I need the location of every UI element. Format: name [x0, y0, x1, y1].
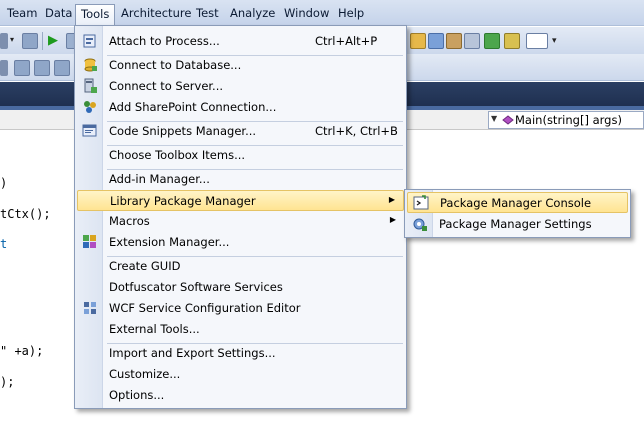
submenu-arrow-icon: ▶ [388, 195, 395, 204]
menu-help[interactable]: Help [333, 4, 369, 23]
outdent-icon[interactable] [34, 60, 50, 76]
menu-item-label: Code Snippets Manager... [109, 124, 257, 138]
menu-data[interactable]: Data [40, 4, 77, 23]
menu-item-external-tools[interactable]: External Tools... [77, 319, 404, 340]
extension-manager-icon [83, 235, 96, 248]
menu-item-label: Add SharePoint Connection... [109, 100, 277, 114]
connect-server-icon [84, 78, 97, 93]
code-line: ) [0, 176, 8, 190]
menu-item-label: Package Manager Console [440, 196, 592, 210]
menu-test[interactable]: Test [191, 4, 224, 23]
library-package-manager-submenu: Package Manager Console Package Manager … [404, 189, 631, 238]
menu-item-library-package-manager[interactable]: Library Package Manager ▶ [77, 190, 404, 211]
package-console-icon [413, 195, 429, 210]
tools-icon[interactable] [464, 33, 480, 49]
menu-item-label: Choose Toolbox Items... [109, 148, 246, 162]
menu-item-label: Create GUID [109, 259, 181, 273]
menu-item-options[interactable]: Options... [77, 385, 404, 406]
menu-item-wcf-service-configuration-editor[interactable]: WCF Service Configuration Editor [77, 298, 404, 319]
menu-item-label: Attach to Process... [109, 34, 220, 48]
tools-menu: Attach to Process... Ctrl+Alt+P Connect … [74, 25, 407, 409]
menu-item-shortcut: Ctrl+Alt+P [315, 34, 378, 48]
menu-item-package-manager-console[interactable]: Package Manager Console [407, 192, 628, 213]
package-settings-icon [413, 218, 427, 231]
menu-item-label: WCF Service Configuration Editor [109, 301, 301, 315]
code-line: tCtx(); [0, 207, 51, 221]
dropdown-arrow-icon: ▼ [491, 114, 498, 123]
attach-process-icon [83, 34, 96, 48]
menu-team[interactable]: Team [2, 4, 42, 23]
menu-item-create-guid[interactable]: Create GUID [77, 256, 404, 277]
menu-item-code-snippets-manager[interactable]: Code Snippets Manager... Ctrl+K, Ctrl+B [77, 121, 404, 142]
toolbox-icon[interactable] [428, 33, 444, 49]
menu-item-label: Import and Export Settings... [109, 346, 276, 360]
member-dropdown[interactable]: ▼ Main(string[] args) [488, 111, 644, 129]
menu-item-dotfuscator[interactable]: Dotfuscator Software Services [77, 277, 404, 298]
menu-item-package-manager-settings[interactable]: Package Manager Settings [407, 214, 628, 235]
menu-item-shortcut: Ctrl+K, Ctrl+B [315, 124, 398, 138]
menu-item-label: Add-in Manager... [109, 172, 210, 186]
code-line: ); [0, 375, 15, 389]
properties-icon[interactable] [410, 33, 426, 49]
method-icon [502, 115, 514, 125]
start-debug-icon[interactable]: ▶ [48, 33, 64, 49]
menu-item-label: Options... [109, 388, 165, 402]
toolbar-grip-icon [0, 33, 8, 49]
window-layout-icon[interactable] [526, 33, 548, 49]
menu-window[interactable]: Window [279, 4, 334, 23]
menu-item-add-sharepoint-connection[interactable]: Add SharePoint Connection... [77, 97, 404, 118]
menu-item-import-export-settings[interactable]: Import and Export Settings... [77, 343, 404, 364]
menu-item-label: External Tools... [109, 322, 200, 336]
menu-item-label: Macros [109, 214, 150, 228]
menu-architecture[interactable]: Architecture [116, 4, 196, 23]
menu-item-connect-to-server[interactable]: Connect to Server... [77, 76, 404, 97]
sharepoint-icon [84, 101, 96, 113]
toolbar-grip-icon [0, 60, 8, 76]
team-explorer-icon[interactable] [484, 33, 500, 49]
extension-icon[interactable] [504, 33, 520, 49]
code-line: t [0, 237, 8, 251]
menu-item-label: Extension Manager... [109, 235, 230, 249]
menu-item-extension-manager[interactable]: Extension Manager... [77, 232, 404, 253]
menu-item-label: Library Package Manager [110, 194, 256, 208]
indent-icon[interactable] [14, 60, 30, 76]
menu-bar: Team Data Tools Architecture Test Analyz… [0, 0, 644, 26]
menu-item-choose-toolbox-items[interactable]: Choose Toolbox Items... [77, 145, 404, 166]
dropdown-arrow-icon[interactable]: ▾ [10, 36, 18, 44]
menu-item-connect-to-database[interactable]: Connect to Database... [77, 55, 404, 76]
menu-item-label: Package Manager Settings [439, 217, 592, 231]
menu-item-attach-to-process[interactable]: Attach to Process... Ctrl+Alt+P [77, 31, 404, 52]
toolbar-separator [42, 32, 43, 50]
menu-analyze[interactable]: Analyze [225, 4, 280, 23]
member-dropdown-label: Main(string[] args) [515, 113, 622, 127]
wcf-config-icon [84, 302, 96, 314]
menu-item-customize[interactable]: Customize... [77, 364, 404, 385]
object-browser-icon[interactable] [446, 33, 462, 49]
menu-tools[interactable]: Tools [75, 4, 116, 26]
submenu-arrow-icon: ▶ [389, 215, 396, 224]
code-snippets-icon [82, 124, 97, 137]
menu-item-macros[interactable]: Macros ▶ [77, 211, 404, 232]
connect-database-icon [84, 58, 97, 72]
menu-item-add-in-manager[interactable]: Add-in Manager... [77, 169, 404, 190]
navigate-icon[interactable] [22, 33, 38, 49]
code-line: " +a); [0, 344, 44, 358]
menu-item-label: Connect to Server... [109, 79, 224, 93]
menu-item-label: Connect to Database... [109, 58, 242, 72]
menu-item-label: Customize... [109, 367, 181, 381]
comment-icon[interactable] [54, 60, 70, 76]
toolbar-options-icon[interactable]: ▾ [552, 36, 564, 46]
menu-item-label: Dotfuscator Software Services [109, 280, 283, 294]
